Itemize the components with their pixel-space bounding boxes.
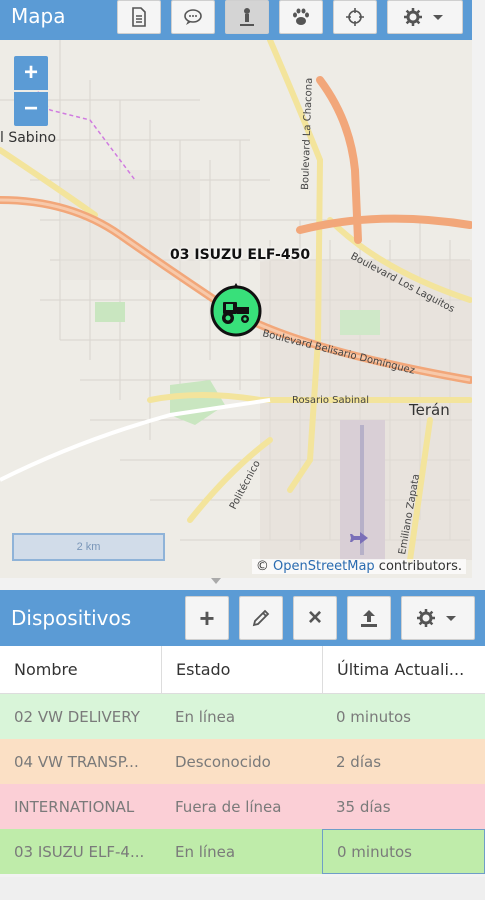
device-updated: 0 minutos [336,707,411,726]
gear-icon [404,8,443,26]
map-settings-button[interactable] [387,0,463,34]
table-header: Nombre Estado Última Actuali... [0,646,485,694]
column-header-status[interactable]: Estado [161,646,322,693]
table-row-selected[interactable]: 03 ISUZU ELF-4... En línea 0 minutos [0,829,485,874]
chevron-down-icon [433,15,443,20]
column-header-updated[interactable]: Última Actuali... [322,646,485,693]
upload-icon [361,610,377,627]
device-updated: 35 días [336,797,391,816]
document-icon [132,7,146,27]
table-row[interactable]: 04 VW TRANSP... Desconocido 2 días [0,739,485,784]
share-device-button[interactable] [347,596,391,640]
zoom-in-button[interactable]: + [14,56,48,90]
osm-link[interactable]: OpenStreetMap [273,559,375,574]
table-row[interactable]: INTERNATIONAL Fuera de línea 35 días [0,784,485,829]
chevron-down-icon [446,616,456,621]
devices-panel: Dispositivos + × Nombre Estado Última Ac… [0,590,485,900]
device-updated: 0 minutos [322,829,485,874]
place-sabino: l Sabino [0,130,57,146]
place-teran: Terán [409,401,450,419]
map-panel: Mapa Boulevard La Chacona Boulevard Los … [0,0,485,584]
zoom-out-button[interactable]: − [14,92,48,126]
scale-bar: 2 km [12,533,165,561]
geofence-button[interactable] [279,0,323,34]
street-politecnico: Politécnico [227,458,263,511]
device-name: 03 ISUZU ELF-4... [14,842,145,861]
follow-button[interactable] [225,0,269,34]
map-attribution: © OpenStreetMap contributors. [251,559,466,574]
pencil-icon [252,609,270,627]
device-updated: 2 días [336,752,382,771]
attribution-suffix: contributors. [374,559,462,574]
device-status: En línea [175,707,236,726]
street-rosario: Rosario Sabinal [292,395,369,406]
person-pin-icon [240,8,254,26]
resize-handle[interactable] [209,576,223,586]
remove-device-button[interactable]: × [293,596,337,640]
device-name: 04 VW TRANSP... [14,752,139,771]
map-scrollbar[interactable] [472,0,485,578]
locate-button[interactable] [333,0,377,34]
gear-icon [417,609,456,627]
report-button[interactable] [117,0,161,34]
messages-button[interactable] [171,0,215,34]
map-title: Mapa [11,4,66,28]
table-footer [0,877,485,900]
add-device-button[interactable]: + [185,596,229,640]
map-header: Mapa [0,0,472,40]
crosshair-icon [346,8,364,26]
map-canvas[interactable]: Boulevard La Chacona Boulevard Los Lagui… [0,40,472,578]
device-name: 02 VW DELIVERY [14,707,140,726]
devices-header: Dispositivos + × [0,590,485,646]
paw-icon [293,8,309,25]
street-la-chacona: Boulevard La Chacona [300,78,315,190]
chat-icon [184,9,202,25]
vehicle-label: 03 ISUZU ELF-450 [170,247,311,263]
column-header-name[interactable]: Nombre [0,646,161,693]
table-row[interactable]: 02 VW DELIVERY En línea 0 minutos [0,694,485,739]
devices-settings-button[interactable] [401,596,475,640]
devices-table: Nombre Estado Última Actuali... 02 VW DE… [0,646,485,874]
device-name: INTERNATIONAL [14,797,135,816]
device-status: En línea [175,842,236,861]
devices-title: Dispositivos [11,606,132,630]
device-status: Fuera de línea [175,797,282,816]
edit-device-button[interactable] [239,596,283,640]
vehicle-marker[interactable] [209,283,263,337]
device-status: Desconocido [175,752,271,771]
attribution-prefix: © [255,559,273,574]
